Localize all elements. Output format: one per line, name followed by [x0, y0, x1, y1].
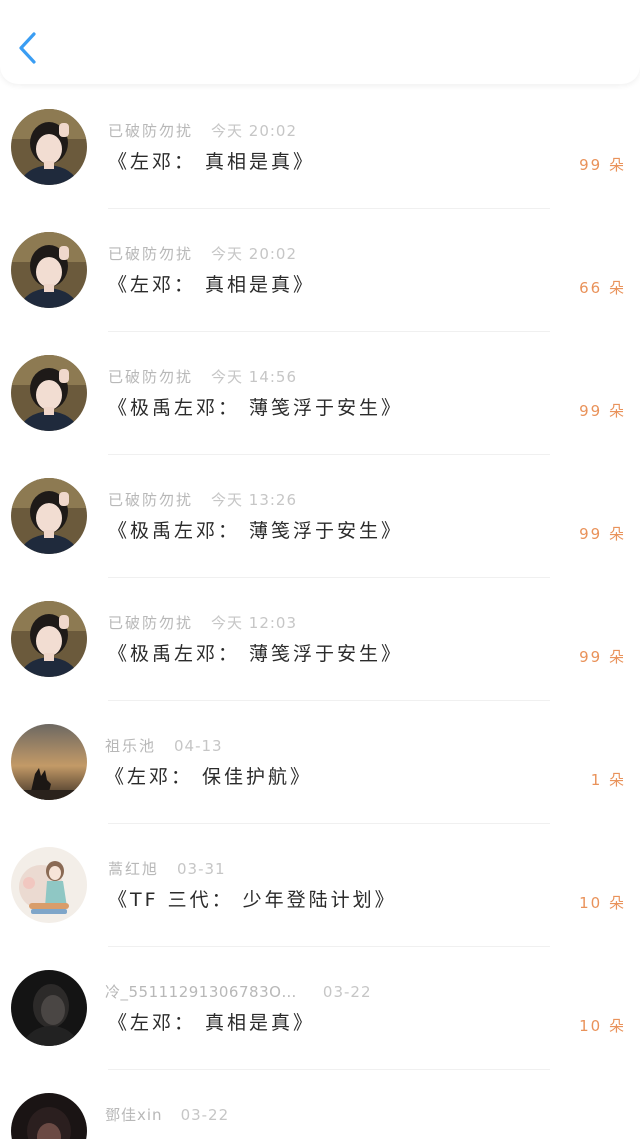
list-item[interactable]: 鄧佳xin 03-22: [0, 1070, 640, 1139]
back-button[interactable]: [8, 24, 48, 72]
flower-count: 99 朵: [579, 525, 626, 543]
gift-record-list: 已破防勿扰 今天 20:02 《左邓： 真相是真》 99 朵 已破防勿扰 今天 …: [0, 86, 640, 1139]
flower-count: 1 朵: [590, 771, 626, 789]
item-meta: 鄧佳xin 03-22: [105, 1104, 229, 1125]
item-meta: 已破防勿扰 今天 20:02: [108, 120, 297, 141]
list-item[interactable]: 已破防勿扰 今天 20:02 《左邓： 真相是真》 66 朵: [0, 209, 640, 332]
item-meta: 已破防勿扰 今天 20:02: [108, 243, 297, 264]
timestamp: 今天 14:56: [211, 368, 298, 386]
girl-portrait-icon: [11, 355, 87, 431]
list-item[interactable]: 已破防勿扰 今天 20:02 《左邓： 真相是真》 99 朵: [0, 86, 640, 209]
dark-portrait-icon: [11, 970, 87, 1046]
girl-portrait-icon: [11, 601, 87, 677]
work-title: 《左邓： 真相是真》: [108, 274, 316, 296]
timestamp: 03-22: [180, 1106, 230, 1124]
user-name[interactable]: 已破防勿扰: [108, 491, 193, 509]
list-item[interactable]: 祖乐池 04-13 《左邓： 保佳护航》 1 朵: [0, 701, 640, 824]
list-item[interactable]: 蒿红旭 03-31 《TF 三代： 少年登陆计划》 10 朵: [0, 824, 640, 947]
avatar[interactable]: [11, 724, 87, 800]
work-title: 《左邓： 真相是真》: [108, 1012, 316, 1034]
avatar[interactable]: [11, 847, 87, 923]
work-title: 《左邓： 保佳护航》: [105, 766, 313, 788]
illustrated-girl-icon: [11, 847, 87, 923]
item-meta: 已破防勿扰 今天 12:03: [108, 612, 297, 633]
avatar[interactable]: [11, 232, 87, 308]
timestamp: 今天 20:02: [211, 122, 298, 140]
girl-portrait-icon: [11, 232, 87, 308]
work-title: 《极禹左邓： 薄笺浮于安生》: [108, 643, 404, 665]
user-name[interactable]: 已破防勿扰: [108, 122, 193, 140]
work-title: 《TF 三代： 少年登陆计划》: [108, 889, 397, 911]
avatar[interactable]: [11, 355, 87, 431]
avatar[interactable]: [11, 601, 87, 677]
item-meta: 蒿红旭 03-31: [108, 858, 226, 879]
flower-count: 10 朵: [579, 894, 626, 912]
flower-count: 66 朵: [579, 279, 626, 297]
item-meta: 已破防勿扰 今天 14:56: [108, 366, 297, 387]
chevron-left-icon: [19, 32, 36, 64]
work-title: 《极禹左邓： 薄笺浮于安生》: [108, 520, 404, 542]
girl-portrait-icon: [11, 478, 87, 554]
flower-count: 99 朵: [579, 156, 626, 174]
work-title: 《左邓： 真相是真》: [108, 151, 316, 173]
user-name[interactable]: 已破防勿扰: [108, 245, 193, 263]
user-name[interactable]: 已破防勿扰: [108, 614, 193, 632]
avatar[interactable]: [11, 478, 87, 554]
timestamp: 03-22: [322, 983, 372, 1001]
girl-portrait-icon: [11, 109, 87, 185]
flower-count: 99 朵: [579, 402, 626, 420]
item-meta: 冷_55111291306783O… 03-22: [105, 981, 372, 1002]
timestamp: 03-31: [177, 860, 226, 878]
avatar[interactable]: [11, 970, 87, 1046]
top-bar: [0, 0, 640, 84]
timestamp: 04-13: [174, 737, 223, 755]
user-name[interactable]: 祖乐池: [105, 737, 156, 755]
user-name[interactable]: 蒿红旭: [108, 860, 159, 878]
flower-count: 10 朵: [579, 1017, 626, 1035]
timestamp: 今天 20:02: [211, 245, 298, 263]
avatar[interactable]: [11, 1093, 87, 1139]
page: 已破防勿扰 今天 20:02 《左邓： 真相是真》 99 朵 已破防勿扰 今天 …: [0, 0, 640, 1139]
list-item[interactable]: 已破防勿扰 今天 14:56 《极禹左邓： 薄笺浮于安生》 99 朵: [0, 332, 640, 455]
list-item[interactable]: 冷_55111291306783O… 03-22 《左邓： 真相是真》 10 朵: [0, 947, 640, 1070]
item-meta: 已破防勿扰 今天 13:26: [108, 489, 297, 510]
work-title: 《极禹左邓： 薄笺浮于安生》: [108, 397, 404, 419]
avatar[interactable]: [11, 109, 87, 185]
timestamp: 今天 13:26: [211, 491, 298, 509]
list-item[interactable]: 已破防勿扰 今天 12:03 《极禹左邓： 薄笺浮于安生》 99 朵: [0, 578, 640, 701]
dark-portrait-2-icon: [11, 1093, 87, 1139]
item-meta: 祖乐池 04-13: [105, 735, 223, 756]
user-name[interactable]: 已破防勿扰: [108, 368, 193, 386]
timestamp: 今天 12:03: [211, 614, 298, 632]
list-item[interactable]: 已破防勿扰 今天 13:26 《极禹左邓： 薄笺浮于安生》 99 朵: [0, 455, 640, 578]
user-name[interactable]: 鄧佳xin: [105, 1106, 163, 1124]
flower-count: 99 朵: [579, 648, 626, 666]
user-name[interactable]: 冷_55111291306783O…: [105, 983, 297, 1001]
sunset-hand-icon: [11, 724, 87, 800]
